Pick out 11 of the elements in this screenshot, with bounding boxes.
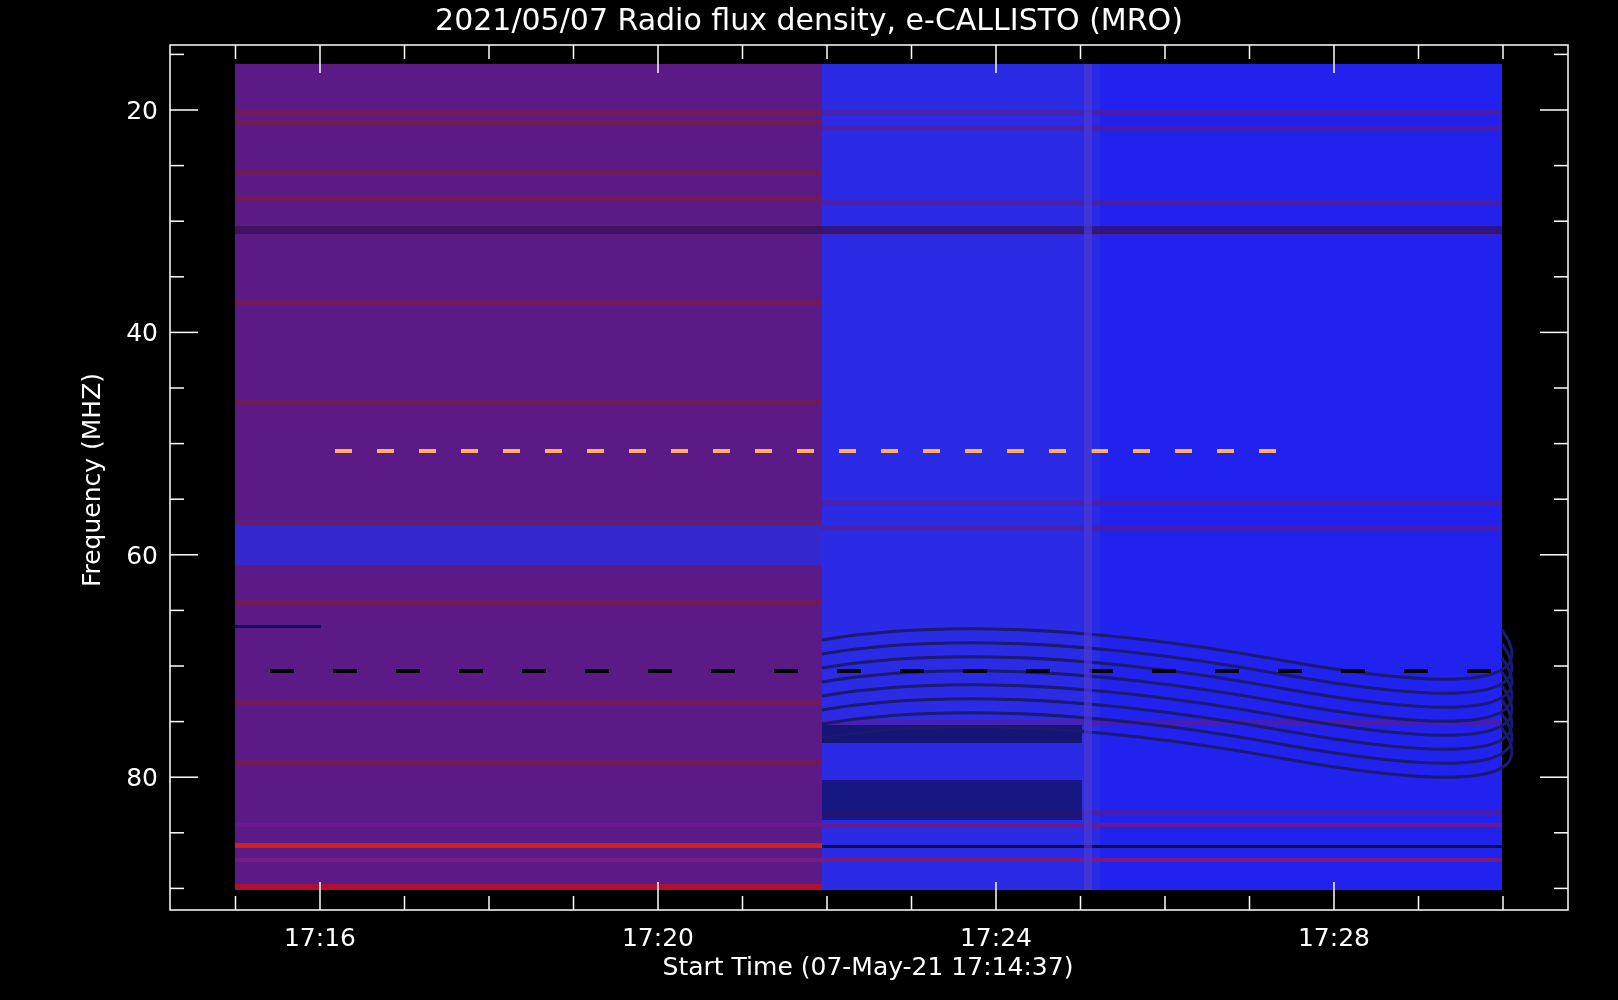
y-axis-title: Frequency (MHZ) <box>77 372 106 588</box>
x-axis-title: Start Time (07-May-21 17:14:37) <box>662 952 1074 981</box>
plot-title: 2021/05/07 Radio flux density, e-CALLISTO (MRO) <box>435 2 1183 37</box>
x-tick-label: 17:16 <box>284 923 356 952</box>
y-tick-label: 60 <box>126 540 158 570</box>
y-tick-label: 80 <box>126 763 158 793</box>
x-tick-label: 17:28 <box>1298 923 1370 952</box>
x-tick-label: 17:20 <box>622 923 694 952</box>
y-tick-label: 40 <box>126 318 158 348</box>
y-tick-label: 20 <box>126 96 158 125</box>
x-tick-label: 17:24 <box>960 923 1032 952</box>
